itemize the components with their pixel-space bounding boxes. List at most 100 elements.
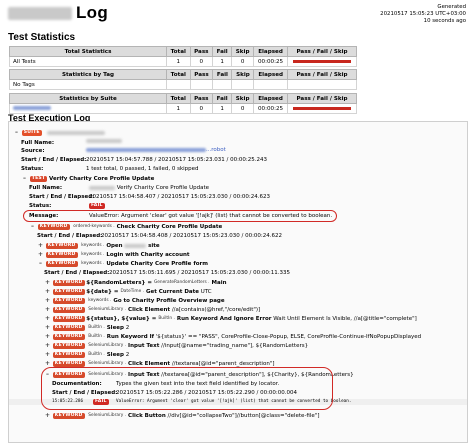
keyword-row[interactable]: + KEYWORD SeleniumLibrary . Click Button … [44,412,320,420]
column-header[interactable]: Pass [189,69,214,80]
expand-toggle-icon[interactable]: + [44,324,51,331]
keyword-args: 2 [125,352,130,358]
generated-info: Generated 20210517 15:05:23 UTC+03:00 10… [380,4,466,25]
column-header[interactable]: Skip [231,93,255,104]
column-header[interactable]: Elapsed [253,46,288,57]
test-start-end-label: Start / End / Elapsed: [29,194,95,200]
keyword-row[interactable]: + KEYWORD keywords . Open site [37,242,160,250]
redacted-suite-link[interactable] [13,106,51,110]
column-header[interactable]: Pass [189,93,214,104]
column-header[interactable]: Skip [231,46,255,57]
expand-toggle-icon[interactable]: + [37,242,44,249]
table-header-row: Statistics by Tag Total Pass Fail Skip E… [9,69,357,80]
column-header[interactable]: Fail [212,93,233,104]
keyword-row[interactable]: + KEYWORD BuiltIn . Sleep 2 [44,324,129,332]
column-header[interactable]: Total Statistics [9,46,167,57]
redacted-source-path[interactable] [86,147,206,152]
fail-status-chip: FAIL [89,203,105,209]
expand-toggle-icon[interactable]: + [44,342,51,349]
keyword-row[interactable]: + KEYWORD BuiltIn . Sleep 2 [44,351,129,359]
column-header[interactable]: Pass / Fail / Skip [287,69,357,80]
table-header-row: Statistics by Suite Total Pass Fail Skip… [9,93,357,104]
column-header[interactable]: Total [166,46,191,57]
column-header[interactable]: Elapsed [253,93,288,104]
keyword-row[interactable]: – KEYWORD ordered-keywords . Check Charit… [29,223,222,231]
column-header[interactable]: Pass [189,46,214,57]
keyword-name: Main [211,280,227,286]
tag-statistics-table: Statistics by Tag Total Pass Fail Skip E… [9,69,357,90]
collapse-toggle-icon[interactable]: – [21,175,28,182]
keyword-args: //input[@name="trading_name"], ${RandomL… [161,343,309,349]
keyword-row[interactable]: + KEYWORD BuiltIn . Run Keyword If '${sta… [44,333,421,341]
keyword-chip: KEYWORD [52,412,85,419]
cell-skip: 0 [231,56,255,67]
keyword-library: SeleniumLibrary . [88,343,127,348]
keyword-row[interactable]: – KEYWORD keywords . Update Charity Core … [37,260,208,268]
collapse-toggle-icon[interactable]: – [13,129,20,136]
keyword-assign: ${date} = [86,289,119,295]
keyword-name: Run Keyword If [106,334,155,340]
suite-source-value[interactable]: ...robot [86,147,226,153]
column-header[interactable]: Total [166,93,191,104]
expand-toggle-icon[interactable]: + [44,412,51,419]
keyword-assign: ${status}, ${value} = [86,316,157,322]
test-chip: TEST [29,175,48,182]
expand-toggle-icon[interactable]: + [44,333,51,340]
test-status-value: FAIL [89,203,105,210]
keyword-args: '${status}' == "PASS", CoreProfile-Close… [155,334,422,340]
column-header[interactable]: Fail [212,69,233,80]
test-header[interactable]: – TEST Verify Charity Core Profile Updat… [21,175,154,183]
keyword-library: GenerateRandomLetters . [153,280,210,285]
keyword-row[interactable]: + KEYWORD keywords . Go to Charity Profil… [44,297,225,305]
expand-toggle-icon[interactable]: + [44,360,51,367]
keyword-name: Input Text [128,343,160,349]
collapse-toggle-icon[interactable]: – [37,260,44,267]
keyword-library: DateTime . [120,289,144,294]
suite-header[interactable]: – SUITE [13,129,105,137]
column-header[interactable]: Statistics by Suite [9,93,167,104]
expand-toggle-icon[interactable]: + [37,251,44,258]
column-header[interactable]: Fail [212,46,233,57]
keyword-row[interactable]: + KEYWORD ${RandomLetters} = GenerateRand… [44,279,227,287]
column-header[interactable]: Pass / Fail / Skip [287,46,357,57]
keyword-library: BuiltIn . [88,325,105,330]
cell-pass [189,79,214,90]
keyword-start-end-value: 20210517 15:04:58.408 / 20210517 15:05:2… [101,233,283,239]
redacted-full-name [86,138,122,143]
keyword-row[interactable]: + KEYWORD ${status}, ${value} = BuiltIn .… [44,315,417,323]
row-name[interactable]: All Tests [9,56,167,67]
column-header[interactable]: Pass / Fail / Skip [287,93,357,104]
keyword-name: Run Keyword And Ignore Error [176,316,272,322]
table-row[interactable]: All Tests 1 0 1 0 00:00:25 [9,56,357,67]
row-name[interactable] [9,103,167,114]
column-header[interactable]: Statistics by Tag [9,69,167,80]
column-header[interactable]: Total [166,69,191,80]
suite-chip: SUITE [21,129,42,136]
keyword-args: //a[contains(@href,"/core/edit")] [171,307,261,313]
keyword-row[interactable]: + KEYWORD ${date} = DateTime . Get Current… [44,288,212,296]
expand-toggle-icon[interactable]: + [44,297,51,304]
source-suffix[interactable]: ...robot [206,147,226,153]
expand-toggle-icon[interactable]: + [44,315,51,322]
table-header-row: Total Statistics Total Pass Fail Skip El… [9,46,357,57]
table-row[interactable]: 1 0 1 0 00:00:25 [9,103,357,114]
keyword-name: Sleep [106,352,124,358]
keyword-row[interactable]: + KEYWORD keywords . Login with Charity a… [37,251,190,259]
column-header[interactable]: Elapsed [253,69,288,80]
keyword-args: //div[@id="collapseTwo"]//button[@class=… [167,413,320,419]
test-start-end-value: 20210517 15:04:58.407 / 20210517 15:05:2… [89,194,271,200]
keyword-chip: KEYWORD [52,351,85,358]
keyword-row[interactable]: + KEYWORD SeleniumLibrary . Input Text //… [44,342,308,350]
keyword-name: Go to Charity Profile Overview page [113,298,225,304]
keyword-chip: KEYWORD [52,288,85,295]
expand-toggle-icon[interactable]: + [44,279,51,286]
expand-toggle-icon[interactable]: + [44,288,51,295]
keyword-row[interactable]: + KEYWORD SeleniumLibrary . Click Element… [44,306,260,314]
column-header[interactable]: Skip [231,69,255,80]
keyword-assign: ${RandomLetters} = [86,280,152,286]
keyword-chip: KEYWORD [52,279,85,286]
expand-toggle-icon[interactable]: + [44,306,51,313]
keyword-chip: KEYWORD [52,315,85,322]
expand-toggle-icon[interactable]: + [44,351,51,358]
collapse-toggle-icon[interactable]: – [29,223,36,230]
